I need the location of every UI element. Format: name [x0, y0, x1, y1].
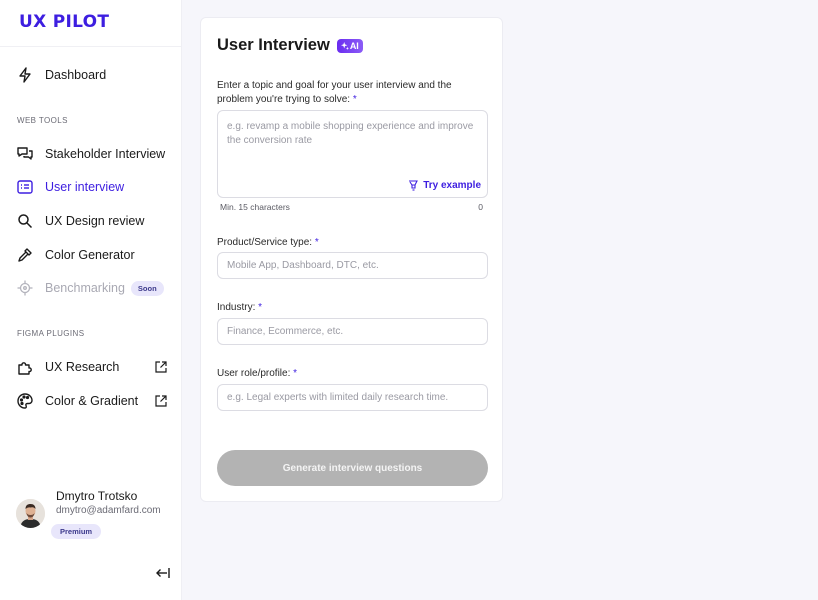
- industry-input[interactable]: Finance, Ecommerce, etc.: [217, 318, 488, 345]
- collapse-left-icon: [155, 567, 171, 584]
- topic-textarea[interactable]: e.g. revamp a mobile shopping experience…: [217, 110, 488, 198]
- sidebar-item-stakeholder-interview[interactable]: Stakeholder Interview: [16, 142, 168, 166]
- sidebar-item-ux-design-review[interactable]: UX Design review: [16, 209, 168, 233]
- sidebar-item-ux-research[interactable]: UX Research: [16, 355, 168, 379]
- sidebar-item-label: Dashboard: [45, 68, 107, 82]
- industry-placeholder: Finance, Ecommerce, etc.: [227, 326, 344, 337]
- puzzle-icon: [16, 358, 34, 376]
- section-label-figma-plugins: FIGMA PLUGINS: [17, 329, 85, 338]
- sidebar-item-color-gradient[interactable]: Color & Gradient: [16, 389, 168, 413]
- lightning-icon: [16, 66, 34, 84]
- app-logo[interactable]: UX PILOT: [19, 12, 109, 32]
- product-type-input[interactable]: Mobile App, Dashboard, DTC, etc.: [217, 252, 488, 279]
- soon-badge: Soon: [130, 280, 164, 296]
- product-label-text: Product/Service type:: [217, 237, 313, 248]
- min-characters-hint: Min. 15 characters: [220, 202, 290, 212]
- user-profile[interactable]: Dmytro Trotsko dmytro@adamfard.com Premi…: [16, 487, 176, 542]
- lightbulb-icon: [409, 180, 419, 191]
- user-role-label-text: User role/profile:: [217, 368, 291, 379]
- try-example-button[interactable]: Try example: [407, 179, 481, 191]
- ai-badge-text: AI: [349, 40, 359, 51]
- sidebar: UX PILOT Dashboard WEB TOOLS Stakeholder…: [0, 0, 182, 600]
- sidebar-item-benchmarking[interactable]: Benchmarking Soon: [16, 276, 168, 300]
- user-name: Dmytro Trotsko: [56, 489, 138, 503]
- sidebar-item-label: Color Generator: [45, 248, 135, 262]
- sparkle-icon: [340, 41, 349, 50]
- user-interview-form: User Interview AI Enter a topic and goal…: [200, 17, 503, 502]
- required-mark: *: [258, 302, 263, 313]
- list-card-icon: [16, 178, 34, 196]
- product-label: Product/Service type: *: [217, 236, 319, 250]
- collapse-sidebar-button[interactable]: [155, 566, 171, 580]
- sidebar-item-color-generator[interactable]: Color Generator: [16, 243, 168, 267]
- sidebar-item-label: User interview: [45, 180, 125, 194]
- page-title: User Interview AI: [217, 36, 363, 55]
- required-mark: *: [293, 368, 298, 379]
- avatar: [16, 499, 45, 528]
- chat-bubbles-icon: [16, 145, 34, 163]
- product-type-placeholder: Mobile App, Dashboard, DTC, etc.: [227, 260, 379, 271]
- topic-placeholder: e.g. revamp a mobile shopping experience…: [227, 121, 474, 146]
- divider: [0, 46, 181, 47]
- plan-badge: Premium: [51, 524, 102, 539]
- industry-label: Industry: *: [217, 301, 262, 315]
- sidebar-item-label: UX Design review: [45, 214, 145, 228]
- sidebar-item-label: UX Research: [45, 360, 120, 374]
- external-link-icon[interactable]: [154, 360, 168, 374]
- topic-label-text: Enter a topic and goal for your user int…: [217, 80, 452, 105]
- sidebar-item-label: Stakeholder Interview: [45, 147, 166, 161]
- sidebar-item-label: Color & Gradient: [45, 394, 139, 408]
- palette-icon: [16, 392, 34, 410]
- topic-label: Enter a topic and goal for your user int…: [217, 79, 487, 107]
- target-icon: [16, 279, 34, 297]
- user-role-placeholder: e.g. Legal experts with limited daily re…: [227, 392, 449, 403]
- eyedropper-icon: [16, 246, 34, 264]
- sidebar-item-dashboard[interactable]: Dashboard: [16, 63, 168, 87]
- sidebar-item-user-interview[interactable]: User interview: [16, 175, 168, 199]
- required-mark: *: [314, 237, 319, 248]
- page-title-text: User Interview: [217, 36, 330, 54]
- try-example-label: Try example: [423, 179, 481, 191]
- section-label-web-tools: WEB TOOLS: [17, 116, 68, 125]
- sidebar-item-label: Benchmarking: [45, 281, 125, 295]
- magnifier-icon: [16, 212, 34, 230]
- required-mark: *: [352, 94, 357, 105]
- external-link-icon[interactable]: [154, 394, 168, 408]
- character-count: 0: [478, 202, 483, 212]
- industry-label-text: Industry:: [217, 302, 256, 313]
- ai-badge: AI: [336, 38, 363, 53]
- user-role-label: User role/profile: *: [217, 367, 297, 381]
- generate-questions-button[interactable]: Generate interview questions: [217, 450, 488, 486]
- user-email: dmytro@adamfard.com: [56, 505, 161, 516]
- user-role-input[interactable]: e.g. Legal experts with limited daily re…: [217, 384, 488, 411]
